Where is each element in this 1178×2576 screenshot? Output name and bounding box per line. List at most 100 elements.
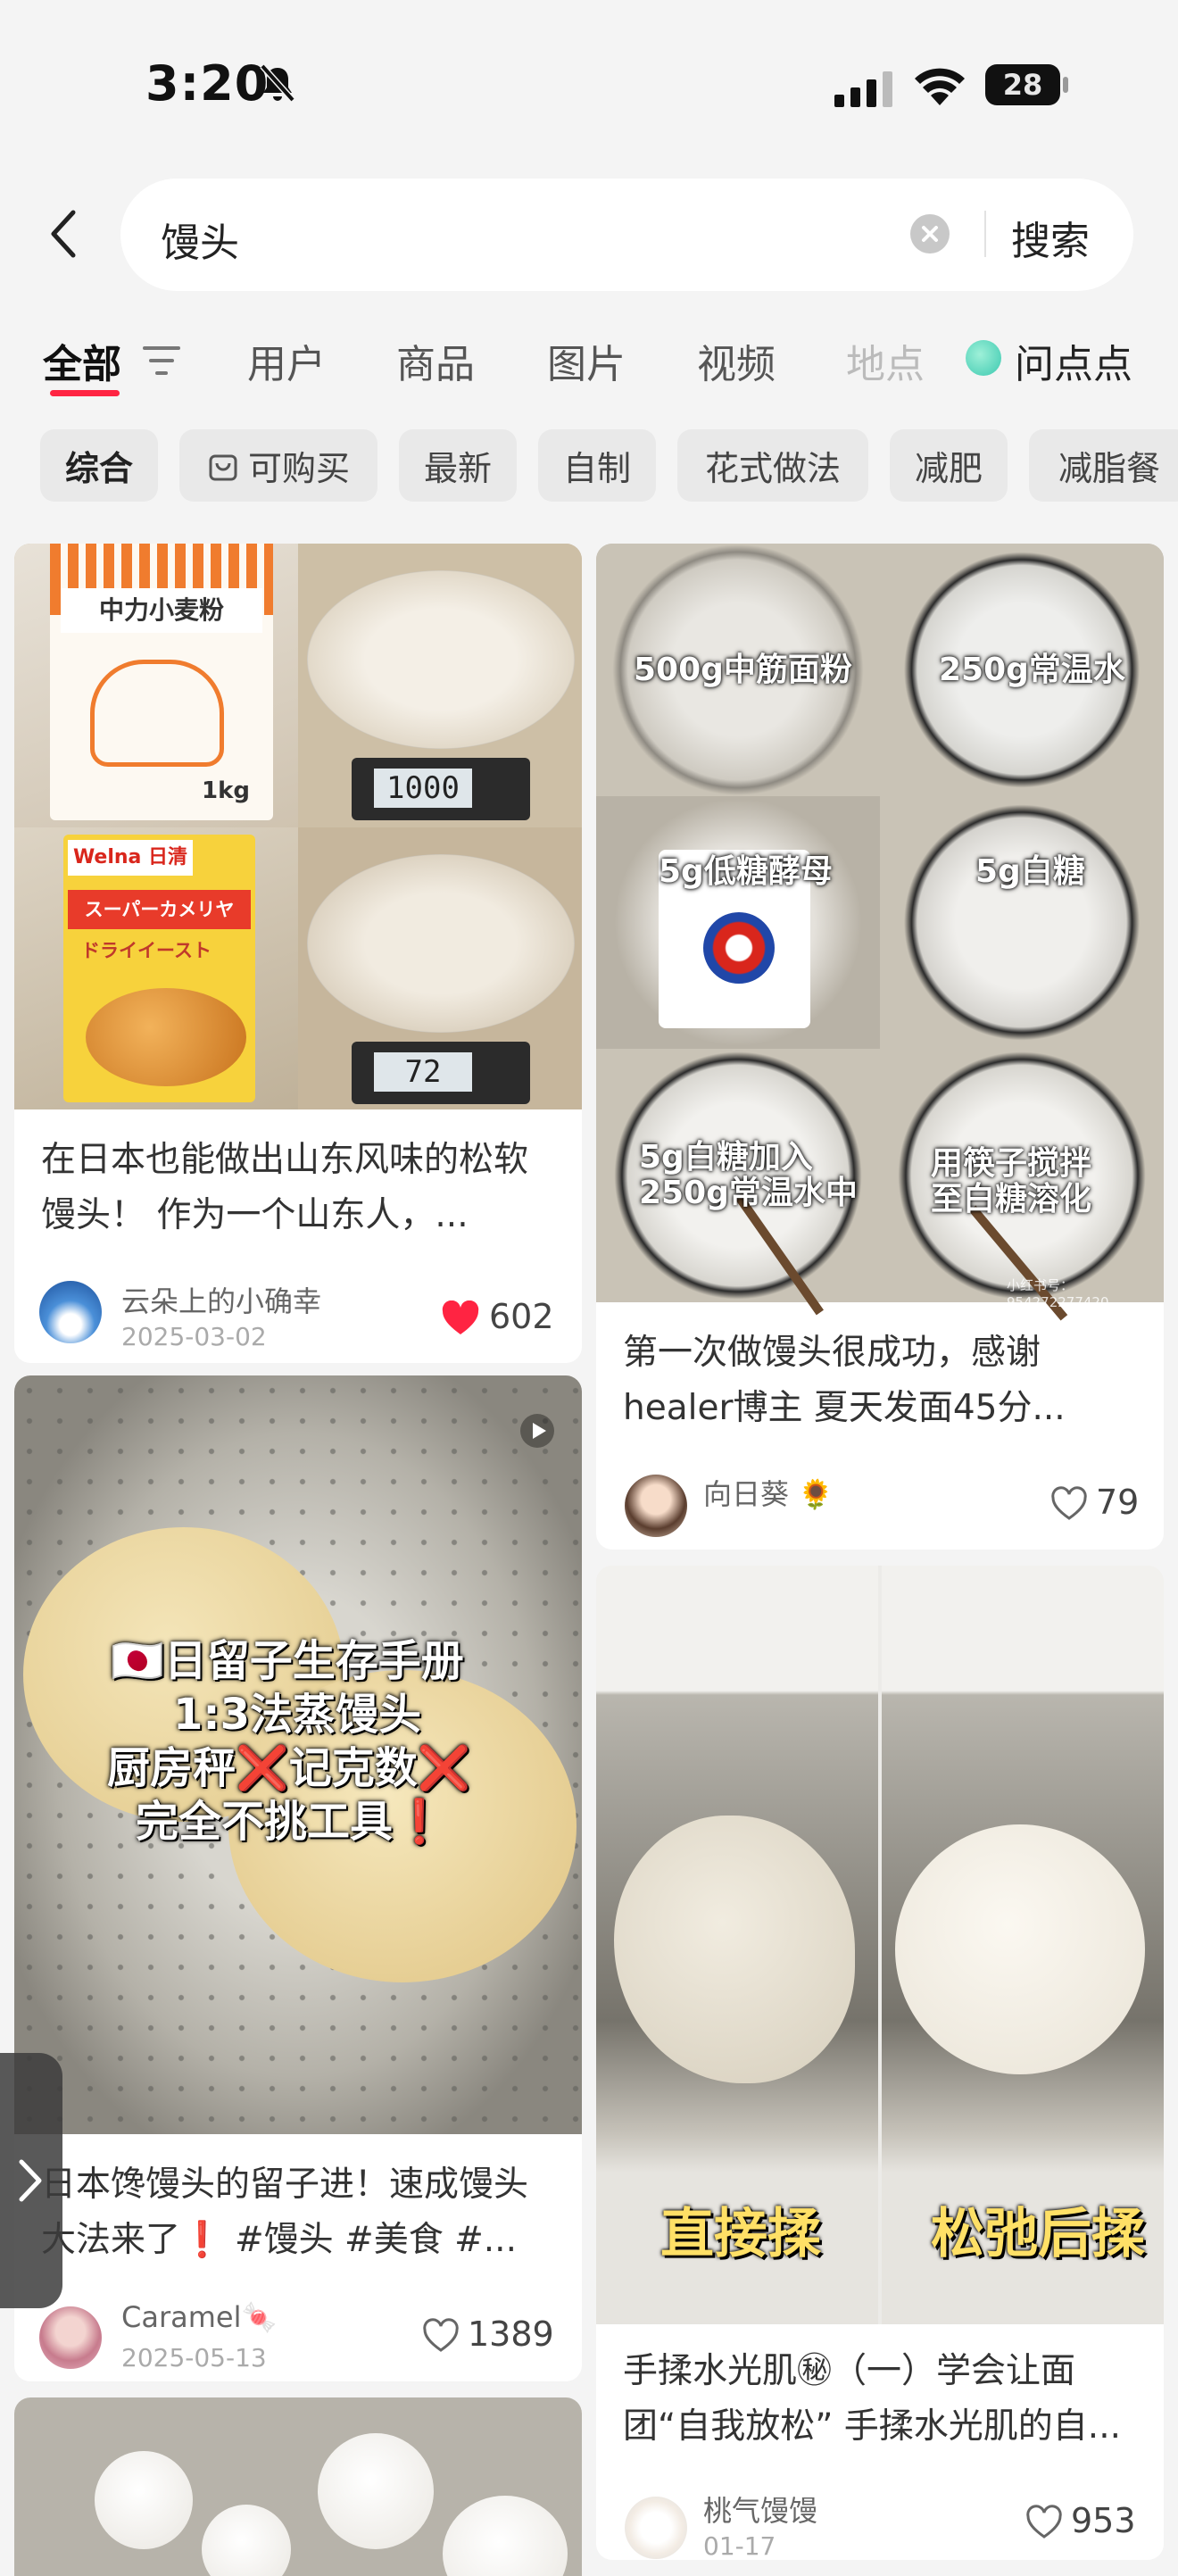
note-card[interactable]: 500g中筋面粉 250g常温水 5g低糖酵母 5g白糖 5g白糖加入 250g… [596,544,1164,1550]
note-card[interactable] [14,2397,582,2576]
ask-icon [966,340,1001,376]
card-title: 日本馋馒头的留子进！速成馒头大法来了❗ #馒头 #美食 #... [41,2165,529,2260]
recipe-step-3 [596,796,880,1049]
card-image: 中力小麦粉 1kg 1000 Welna 日清 スーパーカメリヤ ドライイースト… [14,544,582,1109]
scale-readout-2: 72 [374,1052,472,1092]
filter-icon[interactable] [143,345,180,377]
card-image: 500g中筋面粉 250g常温水 5g低糖酵母 5g白糖 5g白糖加入 250g… [596,544,1164,1321]
author-name[interactable]: Caramel🍬 [121,2300,277,2334]
overlay-line-4: 完全不挑工具❗ [136,1797,446,1847]
post-date: 01-17 [703,2531,776,2560]
search-box[interactable] [120,179,1133,291]
yeast-sub: ドライイースト [81,940,212,961]
heart-outline-icon[interactable] [1025,2505,1064,2540]
tab-videos[interactable]: 视频 [697,332,776,389]
search-divider [984,211,986,257]
chip-label: 减脂餐 [1058,449,1160,488]
avatar[interactable] [625,2497,687,2559]
search-button[interactable]: 搜索 [1011,209,1090,266]
battery-level: 28 [1002,68,1043,102]
caption-4: 5g白糖 [975,853,1085,890]
chip-diet[interactable]: 减肥 [890,429,1008,502]
author-name-text: 向日葵 [703,1477,790,1511]
caption-left: 直接揉 [660,2203,821,2265]
avatar[interactable] [39,1281,102,1343]
post-date: 2025-03-02 [121,1322,267,1351]
tab-all[interactable]: 全部 [43,332,121,389]
flour-scale-image-2: 72 [298,827,582,1109]
caption-right: 松弛后揉 [931,2203,1145,2265]
heart-outline-icon[interactable] [421,2318,460,2354]
note-card[interactable]: 中力小麦粉 1kg 1000 Welna 日清 スーパーカメリヤ ドライイースト… [14,544,582,1363]
avatar[interactable] [625,1475,687,1537]
tab-images[interactable]: 图片 [547,332,626,389]
chip-fancy[interactable]: 花式做法 [677,429,868,502]
battery-icon: 28 [985,64,1060,105]
chip-fat-loss-meal[interactable]: 减脂餐 [1029,429,1178,502]
card-title: 第一次做馒头很成功，感谢healer博主 夏天发面45分... [623,1333,1066,1428]
chip-label: 最新 [423,449,492,488]
yeast-product: スーパーカメリヤ [68,890,251,929]
yeast-brand: Welna 日清 [68,840,193,876]
chip-buyable[interactable]: 可购买 [179,429,377,502]
note-card[interactable]: 🇯🇵日留子生存手册 1:3法蒸馒头 厨房秤❌记克数❌ 完全不挑工具❗ 日本馋馒头… [14,1375,582,2381]
flour-scale-image-1: 1000 [298,544,582,827]
scale-readout-1: 1000 [374,769,472,808]
caption-5: 5g白糖加入 250g常温水中 [639,1139,858,1211]
caption-2: 250g常温水 [939,652,1125,688]
author-name-text: Caramel [121,2300,242,2334]
card-title: 在日本也能做出山东风味的松软馒头！ 作为一个山东人，... [41,1140,529,1235]
watermark: 小红书号：954272277420 [1007,1277,1109,1310]
caption-3: 5g低糖酵母 [659,853,833,890]
like-count: 602 [489,1297,554,1336]
heart-outline-icon[interactable] [1049,1486,1089,1522]
card-image: 直接揉 松弛后揉 [596,1566,1164,2324]
wifi-icon [915,68,965,105]
author-name[interactable]: 向日葵 🌻 [703,1472,834,1513]
status-time: 3:20 [145,55,270,112]
tab-places[interactable]: 地点 [846,332,925,389]
shopping-bag-icon [209,454,237,480]
like-count: 1389 [468,2314,554,2354]
flour-bag-image: 中力小麦粉 1kg [14,544,298,827]
recipe-step-4 [880,796,1164,1049]
chip-label: 花式做法 [704,449,841,488]
chip-label: 减肥 [914,449,983,488]
heart-filled-icon[interactable] [441,1300,480,1336]
author-name[interactable]: 云朵上的小确幸 [121,1279,321,1320]
chip-homemade[interactable]: 自制 [538,429,656,502]
candy-emoji: 🍬 [241,2300,278,2334]
tab-products[interactable]: 商品 [396,332,475,389]
author-name[interactable]: 桃气馒馒 [703,2489,817,2530]
tab-users[interactable]: 用户 [247,332,326,389]
post-date: 2025-05-13 [121,2343,267,2372]
chip-label: 可购买 [247,449,350,488]
video-play-icon [520,1414,554,1448]
active-tab-indicator [50,390,120,396]
card-image: 🇯🇵日留子生存手册 1:3法蒸馒头 厨房秤❌记克数❌ 完全不挑工具❗ [14,1375,582,2134]
chip-label: 自制 [562,449,631,488]
card-title: 手揉水光肌㊙（一）学会让面团“自我放松” 手揉水光肌的自... [623,2351,1121,2447]
chip-label: 综合 [64,449,133,488]
like-count: 79 [1096,1483,1140,1522]
note-card[interactable]: 直接揉 松弛后揉 手揉水光肌㊙（一）学会让面团“自我放松” 手揉水光肌的自...… [596,1566,1164,2560]
back-arrow-icon[interactable] [46,207,82,261]
mute-icon [260,63,295,103]
bag-label: 中力小麦粉 [61,588,262,633]
battery-tip [1063,77,1068,93]
chevron-right-icon [19,2159,42,2202]
side-drawer-handle[interactable] [0,2053,62,2308]
avatar[interactable] [39,2306,102,2369]
like-count: 953 [1071,2501,1136,2540]
caption-6: 用筷子搅拌 至白糖溶化 [931,1145,1092,1217]
chip-latest[interactable]: 最新 [399,429,517,502]
clear-icon[interactable] [910,214,950,253]
bag-weight: 1kg [202,777,250,804]
chip-comprehensive[interactable]: 综合 [40,429,158,502]
tab-ask[interactable]: 问点点 [1015,332,1132,389]
search-input[interactable]: 馒头 [161,211,239,268]
card-image [14,2397,582,2576]
sunflower-emoji: 🌻 [798,1477,834,1511]
yeast-pack-image: Welna 日清 スーパーカメリヤ ドライイースト [14,827,298,1109]
signal-icon [834,71,892,107]
